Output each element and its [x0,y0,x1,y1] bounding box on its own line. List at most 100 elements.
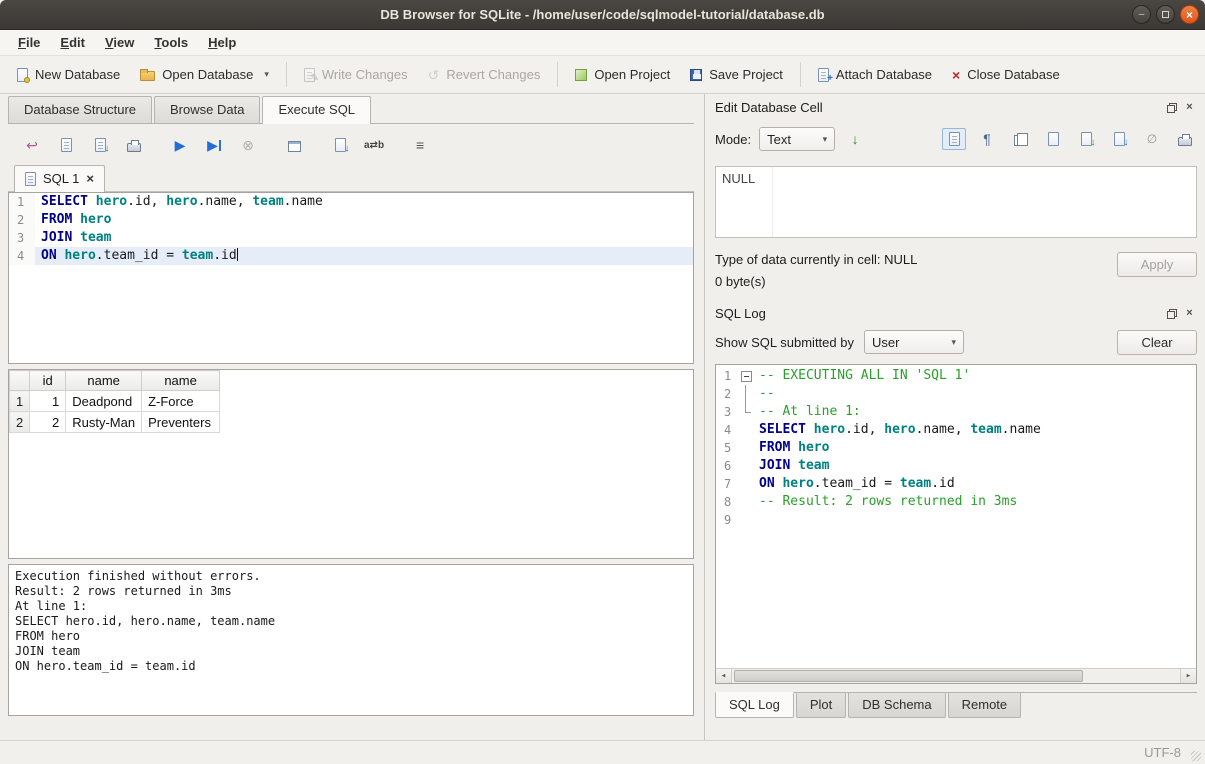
fold-guide [740,403,753,421]
dock-tab-remote[interactable]: Remote [948,693,1022,718]
copy-cell-icon[interactable] [1008,128,1032,150]
table-cell[interactable]: Rusty-Man [66,412,142,433]
set-null-icon[interactable]: ∅ [1140,128,1164,150]
minimize-button[interactable]: – [1132,5,1151,24]
execute-all-icon[interactable]: ▶ [170,134,190,156]
column-header-team-name[interactable]: name [142,371,220,391]
stop-execution-icon[interactable]: ⊗ [238,134,258,156]
close-log-icon[interactable]: × [1182,306,1197,321]
open-project-button[interactable]: Open Project [566,62,679,87]
close-database-button[interactable]: × Close Database [943,62,1069,87]
dock-tab-plot[interactable]: Plot [796,693,846,718]
menu-file[interactable]: File [8,32,50,53]
sql-toolbar: ↩ ↓ ▶ ▶ ⊗ ↓ a⇄b ≡ [8,128,694,162]
table-cell[interactable]: Z-Force [142,391,220,412]
new-window-icon[interactable] [284,134,304,156]
tab-database-structure[interactable]: Database Structure [8,96,152,123]
write-changes-button[interactable]: ✎ Write Changes [295,62,417,87]
write-changes-label: Write Changes [322,67,408,82]
fold-guide [740,511,753,529]
word-wrap-icon[interactable]: ≡ [410,134,430,156]
paste-cell-icon[interactable] [1041,128,1065,150]
clear-button[interactable]: Clear [1117,330,1197,355]
open-database-dropdown-icon[interactable]: ▾ [264,69,269,80]
export-results-icon[interactable]: ↓ [330,134,350,156]
sql-log-filter-row: Show SQL submitted by User ▾ Clear [715,328,1197,356]
dock-tab-db-schema[interactable]: DB Schema [848,693,945,718]
resize-grip[interactable] [1191,751,1201,761]
scroll-right-icon[interactable]: ▸ [1180,669,1196,683]
tab-execute-sql[interactable]: Execute SQL [262,96,371,124]
toolbar-separator [557,62,558,87]
execution-output[interactable]: Execution finished without errors. Resul… [8,564,694,716]
code-line: 5FROM hero [716,439,1196,457]
submitter-select-value: User [872,335,899,350]
row-number[interactable]: 1 [10,391,30,412]
scroll-left-icon[interactable]: ◂ [716,669,732,683]
menu-edit[interactable]: Edit [50,32,95,53]
submitter-select[interactable]: User ▾ [864,330,964,354]
menu-tools[interactable]: Tools [144,32,198,53]
dock-tab-sql-log[interactable]: SQL Log [715,692,794,718]
print-sql-icon[interactable] [124,134,144,156]
mode-select[interactable]: Text ▾ [759,127,835,151]
code-line: 2FROM hero [9,211,693,229]
attach-database-icon: + [818,68,829,82]
menu-view[interactable]: View [95,32,144,53]
attach-database-button[interactable]: + Attach Database [809,62,941,87]
export-cell-icon[interactable]: ↓ [1107,128,1131,150]
table-cell[interactable]: Deadpond [66,391,142,412]
scrollbar-thumb[interactable] [734,670,1083,682]
attach-database-label: Attach Database [836,67,932,82]
import-cell-icon[interactable]: ↓ [1074,128,1098,150]
titlebar[interactable]: DB Browser for SQLite - /home/user/code/… [0,0,1205,30]
sql-log-view[interactable]: 1-- EXECUTING ALL IN 'SQL 1'2--3-- At li… [716,365,1196,668]
results-table[interactable]: id name name 11DeadpondZ-Force22Rusty-Ma… [9,370,220,433]
edit-cell-header: Edit Database Cell × [715,98,1197,116]
open-sql-tab-icon[interactable]: ↩ [22,134,42,156]
open-sql-file-icon[interactable] [56,134,76,156]
code-line: 3-- At line 1: [716,403,1196,421]
tab-browse-data[interactable]: Browse Data [154,96,260,123]
table-row[interactable]: 22Rusty-ManPreventers [10,412,220,433]
close-tab-icon[interactable]: × [86,172,94,185]
float-log-icon[interactable] [1165,306,1180,321]
cell-editor[interactable]: NULL [715,166,1197,238]
close-button[interactable]: × [1180,5,1199,24]
log-horizontal-scrollbar[interactable]: ◂ ▸ [716,668,1196,683]
scrollbar-track[interactable] [732,669,1180,683]
text-mode-icon[interactable] [942,128,966,150]
apply-button[interactable]: Apply [1117,252,1197,277]
table-cell[interactable]: 2 [30,412,66,433]
sql-editor[interactable]: 1SELECT hero.id, hero.name, team.name2FR… [8,192,694,364]
print-cell-icon[interactable] [1173,128,1197,150]
line-number: 6 [716,457,740,475]
open-project-label: Open Project [594,67,670,82]
execute-line-icon[interactable]: ▶ [204,134,224,156]
row-number[interactable]: 2 [10,412,30,433]
menu-help[interactable]: Help [198,32,246,53]
submitter-select-caret-icon: ▾ [951,337,956,348]
results-corner-header[interactable] [10,371,30,391]
float-dock-icon[interactable] [1165,100,1180,115]
save-project-button[interactable]: Save Project [681,62,792,87]
save-sql-file-icon[interactable]: ↓ [90,134,110,156]
revert-changes-button[interactable]: ↺ Revert Changes [419,62,550,87]
word-wrap-cell-icon[interactable]: ¶ [975,128,999,150]
column-header-id[interactable]: id [30,371,66,391]
close-dock-icon[interactable]: × [1182,100,1197,115]
table-row[interactable]: 11DeadpondZ-Force [10,391,220,412]
sql-file-tab[interactable]: SQL 1 × [14,165,105,192]
fold-marker-icon[interactable] [740,367,753,385]
import-file-icon[interactable]: ↓ [843,128,867,150]
column-header-hero-name[interactable]: name [66,371,142,391]
open-database-button[interactable]: Open Database ▾ [131,62,278,87]
sql-log-title: SQL Log [715,306,1163,321]
find-replace-icon[interactable]: a⇄b [364,134,384,156]
content-area: Database Structure Browse Data Execute S… [0,94,1205,740]
table-cell[interactable]: 1 [30,391,66,412]
encoding-indicator[interactable]: UTF-8 [1144,745,1181,760]
table-cell[interactable]: Preventers [142,412,220,433]
maximize-button[interactable] [1156,5,1175,24]
new-database-button[interactable]: New Database [8,62,129,87]
